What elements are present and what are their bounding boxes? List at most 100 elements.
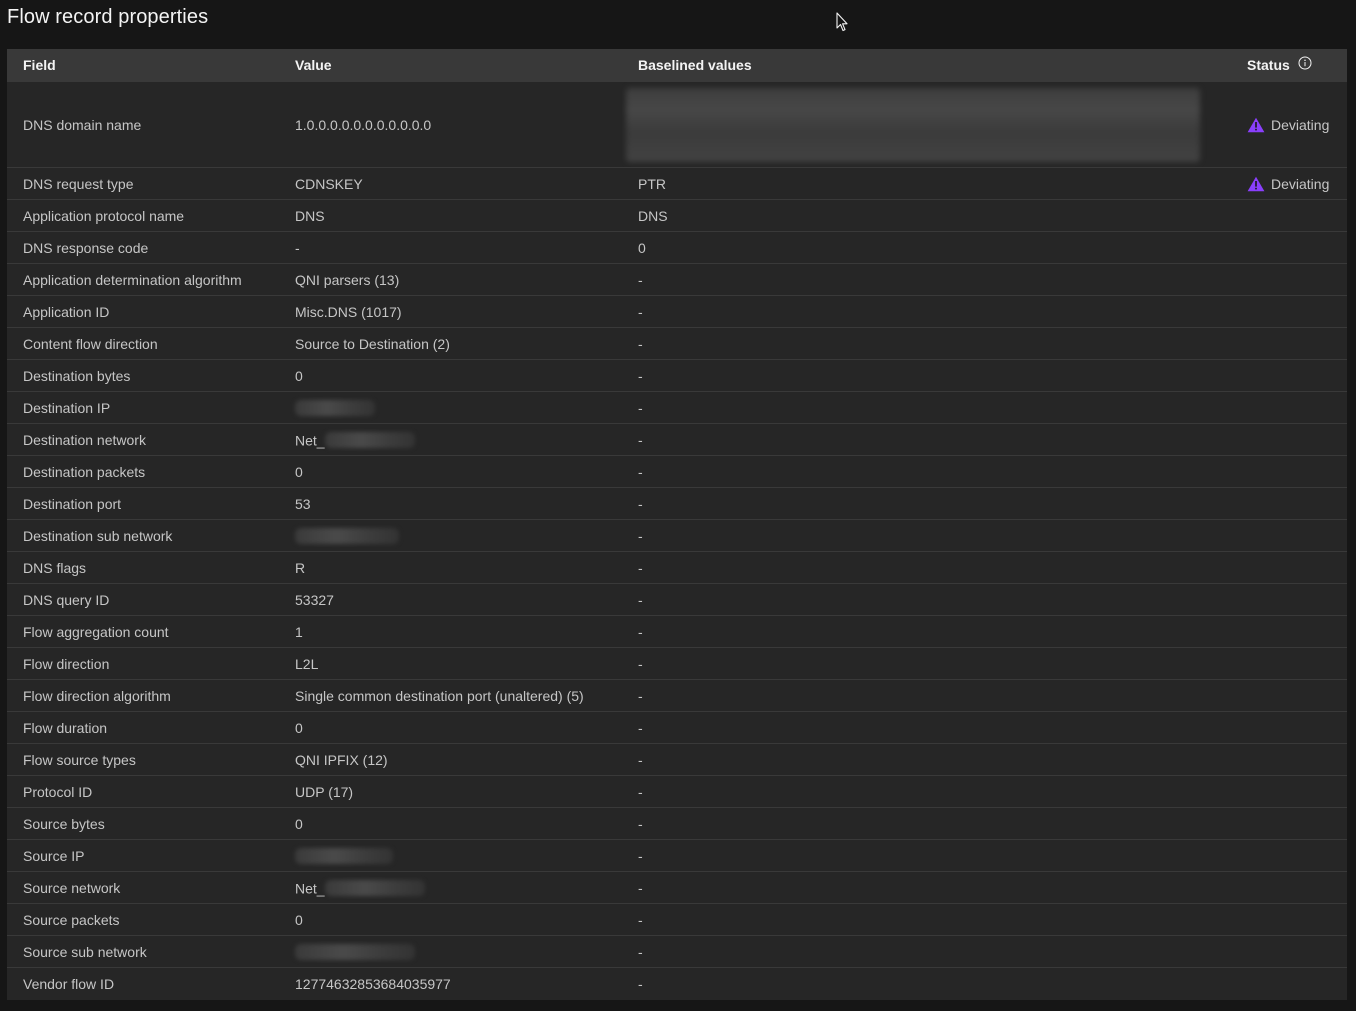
status-cell bbox=[1239, 264, 1347, 296]
baselined-value: - bbox=[638, 335, 643, 352]
field-value: 0 bbox=[295, 815, 303, 832]
table-row: DNS flags R - bbox=[7, 551, 1347, 584]
table-row: Application ID Misc.DNS (1017) - bbox=[7, 295, 1347, 328]
baselined-value bbox=[622, 82, 1239, 168]
baselined-value: - bbox=[638, 879, 643, 896]
field-name: Destination sub network bbox=[23, 527, 173, 544]
baselined-value: DNS bbox=[638, 207, 668, 224]
status-cell bbox=[1239, 808, 1347, 840]
field-name: Flow source types bbox=[23, 751, 136, 768]
redacted-value bbox=[295, 528, 399, 545]
field-name: Application determination algorithm bbox=[23, 271, 242, 288]
status-cell bbox=[1239, 392, 1347, 424]
warning-icon bbox=[1247, 117, 1265, 132]
field-name: Flow direction bbox=[23, 655, 110, 672]
status-cell bbox=[1239, 456, 1347, 488]
table-row: Flow source types QNI IPFIX (12) - bbox=[7, 743, 1347, 776]
field-name: Source sub network bbox=[23, 943, 147, 960]
field-value: 1 bbox=[295, 623, 303, 640]
status-header-label: Status bbox=[1247, 57, 1290, 73]
baselined-value: - bbox=[638, 751, 643, 768]
baselined-value: - bbox=[638, 527, 643, 544]
flow-properties-table: Field Value Baselined values Status DNS … bbox=[7, 49, 1347, 1000]
status-cell bbox=[1239, 232, 1347, 264]
network-prefix: Net_ bbox=[295, 432, 325, 449]
info-icon[interactable] bbox=[1298, 56, 1312, 70]
field-name: Protocol ID bbox=[23, 783, 93, 800]
baselined-value: - bbox=[638, 655, 643, 672]
baselined-value: - bbox=[638, 271, 643, 288]
status-badge: Deviating bbox=[1247, 117, 1347, 133]
field-value: 0 bbox=[295, 911, 303, 928]
status-cell bbox=[1239, 872, 1347, 904]
field-name: Vendor flow ID bbox=[23, 975, 115, 992]
redacted-value bbox=[295, 944, 415, 961]
field-value: QNI IPFIX (12) bbox=[295, 751, 388, 768]
status-cell bbox=[1239, 904, 1347, 936]
redacted-baselined-values bbox=[626, 87, 1200, 162]
field-value: L2L bbox=[295, 655, 319, 672]
baselined-value: - bbox=[638, 399, 643, 416]
table-row: Source packets 0 - bbox=[7, 903, 1347, 936]
status-cell bbox=[1239, 936, 1347, 968]
baselined-value: - bbox=[638, 463, 643, 480]
table-row: Source bytes 0 - bbox=[7, 807, 1347, 840]
baselined-value: - bbox=[638, 975, 643, 992]
baselined-value: PTR bbox=[638, 175, 666, 192]
table-row: Flow aggregation count 1 - bbox=[7, 615, 1347, 648]
column-header-value[interactable]: Value bbox=[279, 49, 622, 82]
status-cell bbox=[1239, 360, 1347, 392]
field-value: Misc.DNS (1017) bbox=[295, 303, 402, 320]
baselined-value: 0 bbox=[638, 239, 646, 256]
baselined-value: - bbox=[638, 303, 643, 320]
field-name: Source packets bbox=[23, 911, 120, 928]
baselined-value: - bbox=[638, 431, 643, 448]
table-row: Source sub network - bbox=[7, 935, 1347, 968]
field-name: Source bytes bbox=[23, 815, 105, 832]
baselined-value: - bbox=[638, 559, 643, 576]
column-header-baselined-values[interactable]: Baselined values bbox=[622, 49, 1239, 82]
field-value: Source to Destination (2) bbox=[295, 335, 450, 352]
field-value: Net_ bbox=[279, 872, 622, 904]
column-header-status[interactable]: Status bbox=[1239, 49, 1347, 82]
status-cell bbox=[1239, 520, 1347, 552]
field-value: 53 bbox=[295, 495, 311, 512]
field-value bbox=[279, 936, 622, 968]
field-value: CDNSKEY bbox=[295, 175, 363, 192]
baselined-value: - bbox=[638, 623, 643, 640]
table-row: Destination IP - bbox=[7, 391, 1347, 424]
table-row: Content flow direction Source to Destinat… bbox=[7, 327, 1347, 360]
baselined-value: - bbox=[638, 687, 643, 704]
field-name: Destination bytes bbox=[23, 367, 131, 384]
field-name: DNS request type bbox=[23, 175, 134, 192]
status-cell: Deviating bbox=[1239, 82, 1347, 168]
warning-icon bbox=[1247, 176, 1265, 191]
baselined-value: - bbox=[638, 719, 643, 736]
baselined-value: - bbox=[638, 815, 643, 832]
field-name: Flow duration bbox=[23, 719, 108, 736]
status-label: Deviating bbox=[1271, 116, 1330, 133]
flow-record-page: Flow record properties Field Value Basel… bbox=[0, 0, 1356, 1011]
baselined-value: - bbox=[638, 847, 643, 864]
page-title: Flow record properties bbox=[7, 6, 209, 28]
field-value: Net_ bbox=[279, 424, 622, 456]
column-header-field[interactable]: Field bbox=[7, 49, 279, 82]
baselined-value: - bbox=[638, 367, 643, 384]
table-row: Application determination algorithm QNI p… bbox=[7, 263, 1347, 296]
table-header-row: Field Value Baselined values Status bbox=[7, 49, 1347, 82]
field-name: Destination network bbox=[23, 431, 146, 448]
status-cell: Deviating bbox=[1239, 168, 1347, 200]
field-value: 0 bbox=[295, 367, 303, 384]
table-row: Destination sub network - bbox=[7, 519, 1347, 552]
status-cell bbox=[1239, 648, 1347, 680]
table-row: Flow direction L2L - bbox=[7, 647, 1347, 680]
redacted-value bbox=[295, 848, 393, 865]
field-name: DNS response code bbox=[23, 239, 149, 256]
status-cell bbox=[1239, 616, 1347, 648]
status-badge: Deviating bbox=[1247, 176, 1347, 192]
field-name: DNS domain name bbox=[23, 116, 142, 133]
status-cell bbox=[1239, 680, 1347, 712]
field-name: DNS flags bbox=[23, 559, 87, 576]
field-value: 1.0.0.0.0.0.0.0.0.0.0.0 bbox=[295, 116, 432, 133]
redacted-value bbox=[324, 432, 415, 449]
